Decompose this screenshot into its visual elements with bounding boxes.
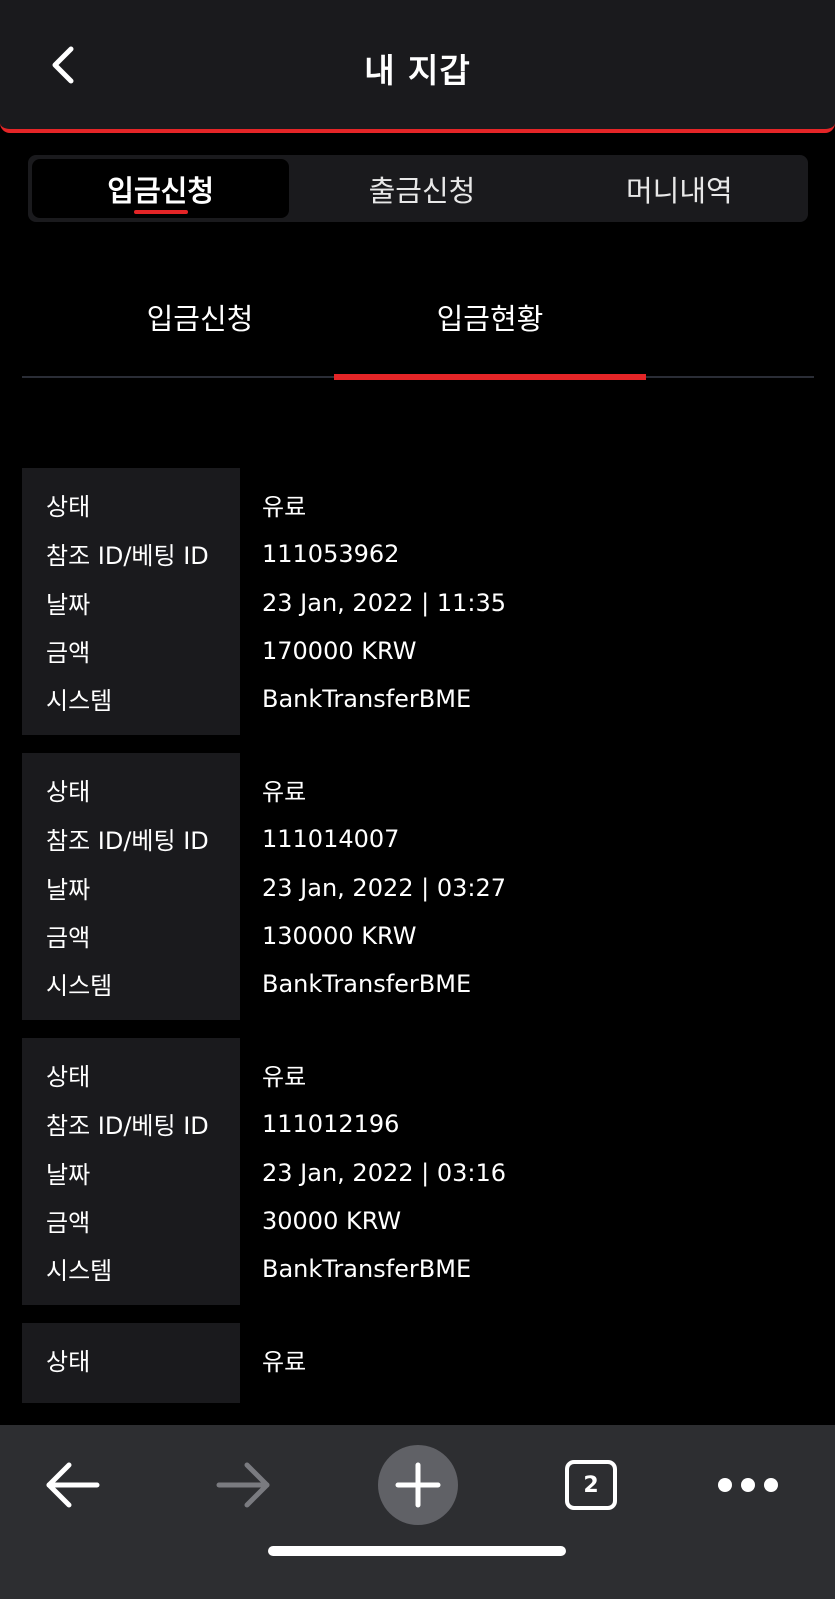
field-value: 111053962 <box>262 539 400 568</box>
field-label: 금액 <box>46 924 91 952</box>
record-row-amount: 금액 30000 KRW <box>22 1196 814 1245</box>
back-arrow-icon <box>46 1462 100 1508</box>
subtab-deposit-request[interactable]: 입금신청 <box>44 282 356 378</box>
record-row-ref-id: 참조 ID/베팅 ID 111014007 <box>22 814 814 863</box>
record-row-amount: 금액 130000 KRW <box>22 911 814 960</box>
field-value: 유료 <box>262 1348 307 1376</box>
more-icon <box>718 1478 778 1492</box>
home-indicator <box>268 1546 566 1556</box>
record-row-ref-id: 참조 ID/베팅 ID 111012196 <box>22 1099 814 1148</box>
browser-toolbar: 2 <box>0 1425 835 1599</box>
field-label: 상태 <box>46 1348 91 1376</box>
more-button[interactable] <box>708 1445 788 1525</box>
active-tab-indicator <box>133 210 188 214</box>
field-label: 날짜 <box>46 876 91 904</box>
tab-count: 2 <box>583 1472 599 1498</box>
tab-label: 출금신청 <box>368 173 476 208</box>
deposit-record: 상태 유료 <box>22 1323 814 1403</box>
record-row-amount: 금액 170000 KRW <box>22 626 814 675</box>
deposit-record: 상태 유료 참조 ID/베팅 ID 111012196 날짜 23 Jan, 2… <box>22 1038 814 1305</box>
field-label: 시스템 <box>46 972 113 1000</box>
deposit-record: 상태 유료 참조 ID/베팅 ID 111053962 날짜 23 Jan, 2… <box>22 468 814 735</box>
field-value: 130000 KRW <box>262 921 417 950</box>
page-title: 내 지갑 <box>364 51 471 90</box>
subtab-label: 입금현황 <box>436 302 544 336</box>
field-value: 23 Jan, 2022 | 03:27 <box>262 873 507 902</box>
field-label: 참조 ID/베팅 ID <box>46 542 209 570</box>
field-value: BankTransferBME <box>262 684 472 713</box>
record-row-status: 상태 유료 <box>22 480 814 529</box>
field-label: 참조 ID/베팅 ID <box>46 1112 209 1140</box>
subtab-deposit-status[interactable]: 입금현황 <box>334 282 646 380</box>
field-label: 날짜 <box>46 1161 91 1189</box>
field-label: 날짜 <box>46 591 91 619</box>
record-row-system: 시스템 BankTransferBME <box>22 959 814 1008</box>
field-label: 상태 <box>46 778 91 806</box>
app-header: 내 지갑 <box>0 0 835 133</box>
new-tab-circle <box>378 1445 458 1525</box>
record-row-status: 상태 유료 <box>22 1050 814 1099</box>
browser-forward-button[interactable] <box>204 1445 284 1525</box>
sub-tab-bar: 입금신청 입금현황 <box>22 282 814 380</box>
tab-label: 입금신청 <box>107 173 215 208</box>
tab-money-history[interactable]: 머니내역 <box>551 155 808 222</box>
record-row-ref-id: 참조 ID/베팅 ID 111053962 <box>22 529 814 578</box>
field-value: BankTransferBME <box>262 1254 472 1283</box>
field-value: BankTransferBME <box>262 969 472 998</box>
field-value: 30000 KRW <box>262 1206 402 1235</box>
deposit-record-list: 상태 유료 참조 ID/베팅 ID 111053962 날짜 23 Jan, 2… <box>22 468 814 1421</box>
field-value: 170000 KRW <box>262 636 417 665</box>
record-row-status: 상태 유료 <box>22 765 814 814</box>
field-label: 상태 <box>46 493 91 521</box>
forward-arrow-icon <box>216 1462 270 1508</box>
browser-back-button[interactable] <box>32 1445 112 1525</box>
main-tab-bar: 입금신청 출금신청 머니내역 <box>28 155 808 222</box>
deposit-record: 상태 유료 참조 ID/베팅 ID 111014007 날짜 23 Jan, 2… <box>22 753 814 1020</box>
plus-icon <box>395 1462 441 1508</box>
record-row-system: 시스템 BankTransferBME <box>22 1244 814 1293</box>
tabs-icon: 2 <box>565 1460 617 1510</box>
field-label: 금액 <box>46 1209 91 1237</box>
field-value: 23 Jan, 2022 | 11:35 <box>262 588 507 617</box>
field-label: 참조 ID/베팅 ID <box>46 827 209 855</box>
active-subtab-indicator <box>334 374 646 380</box>
field-label: 시스템 <box>46 687 113 715</box>
field-value: 유료 <box>262 778 307 806</box>
field-value: 유료 <box>262 1063 307 1091</box>
subtab-label: 입금신청 <box>146 302 254 336</box>
tab-label: 머니내역 <box>625 173 733 208</box>
field-label: 금액 <box>46 639 91 667</box>
new-tab-button[interactable] <box>378 1445 458 1525</box>
field-value: 유료 <box>262 493 307 521</box>
field-value: 111014007 <box>262 824 400 853</box>
tab-deposit-request[interactable]: 입금신청 <box>32 159 290 218</box>
field-value: 111012196 <box>262 1109 400 1138</box>
field-label: 상태 <box>46 1063 91 1091</box>
record-row-date: 날짜 23 Jan, 2022 | 11:35 <box>22 578 814 627</box>
tabs-button[interactable]: 2 <box>551 1445 631 1525</box>
field-value: 23 Jan, 2022 | 03:16 <box>262 1158 507 1187</box>
record-row-system: 시스템 BankTransferBME <box>22 674 814 723</box>
record-row-date: 날짜 23 Jan, 2022 | 03:16 <box>22 1148 814 1197</box>
field-label: 시스템 <box>46 1257 113 1285</box>
record-row-date: 날짜 23 Jan, 2022 | 03:27 <box>22 863 814 912</box>
tab-withdraw-request[interactable]: 출금신청 <box>293 155 550 222</box>
record-row-status: 상태 유료 <box>22 1335 814 1384</box>
